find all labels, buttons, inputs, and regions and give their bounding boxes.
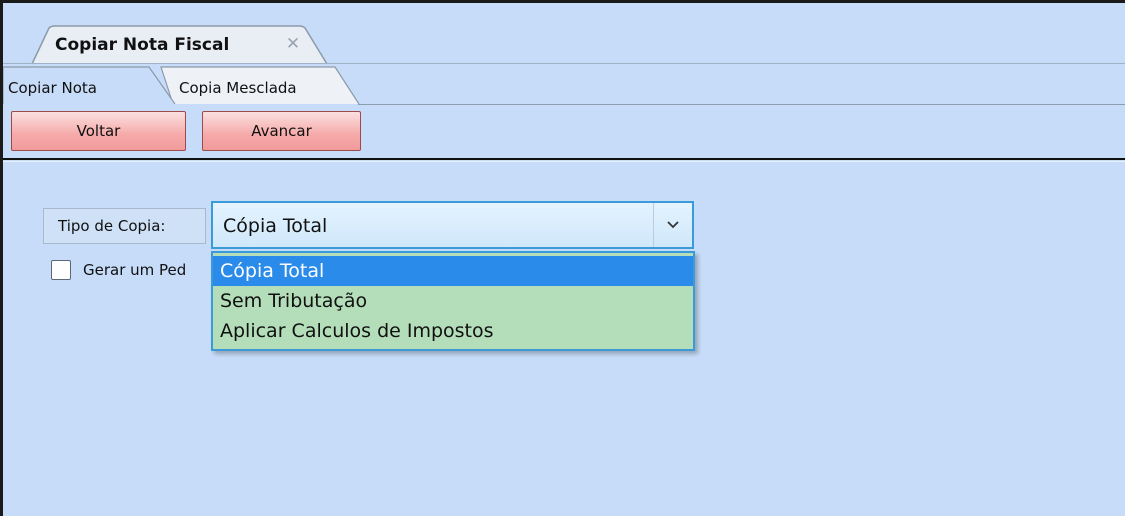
back-button[interactable]: Voltar [11,111,186,151]
tab-copia-mesclada[interactable]: Copia Mesclada [179,79,297,97]
tab-content-border [358,104,1125,105]
copy-type-value: Cópia Total [223,215,328,237]
close-icon[interactable]: ✕ [284,35,302,53]
option-aplicar-calculos[interactable]: Aplicar Calculos de Impostos [213,316,693,346]
document-tab-title: Copiar Nota Fiscal [55,35,230,55]
document-tab[interactable]: Copiar Nota Fiscal ✕ [31,25,328,65]
generate-order-label: Gerar um Ped [83,261,187,279]
toolbar: Voltar Avancar [3,111,1125,159]
next-button[interactable]: Avancar [202,111,361,151]
copy-type-dropdown-list: Cópia Total Sem Tributação Aplicar Calcu… [211,251,695,351]
copy-type-select[interactable]: Cópia Total [211,201,694,249]
option-sem-tributacao[interactable]: Sem Tributação [213,286,693,316]
generate-order-checkbox[interactable] [51,260,71,280]
tab-strip-divider [3,63,1125,64]
dropdown-button[interactable] [653,203,692,247]
copy-type-label: Tipo de Copia: [43,208,206,244]
toolbar-separator [3,158,1125,160]
copiar-nota-window: Copiar Nota Fiscal ✕ Copiar Nota Copia M… [0,0,1125,516]
toolbar-separator-highlight [3,161,1125,162]
tab-copiar-nota[interactable]: Copiar Nota [8,79,97,97]
option-copia-total[interactable]: Cópia Total [213,256,693,286]
chevron-down-icon [667,221,679,229]
tab-bar: Copiar Nota Copia Mesclada [3,65,403,105]
